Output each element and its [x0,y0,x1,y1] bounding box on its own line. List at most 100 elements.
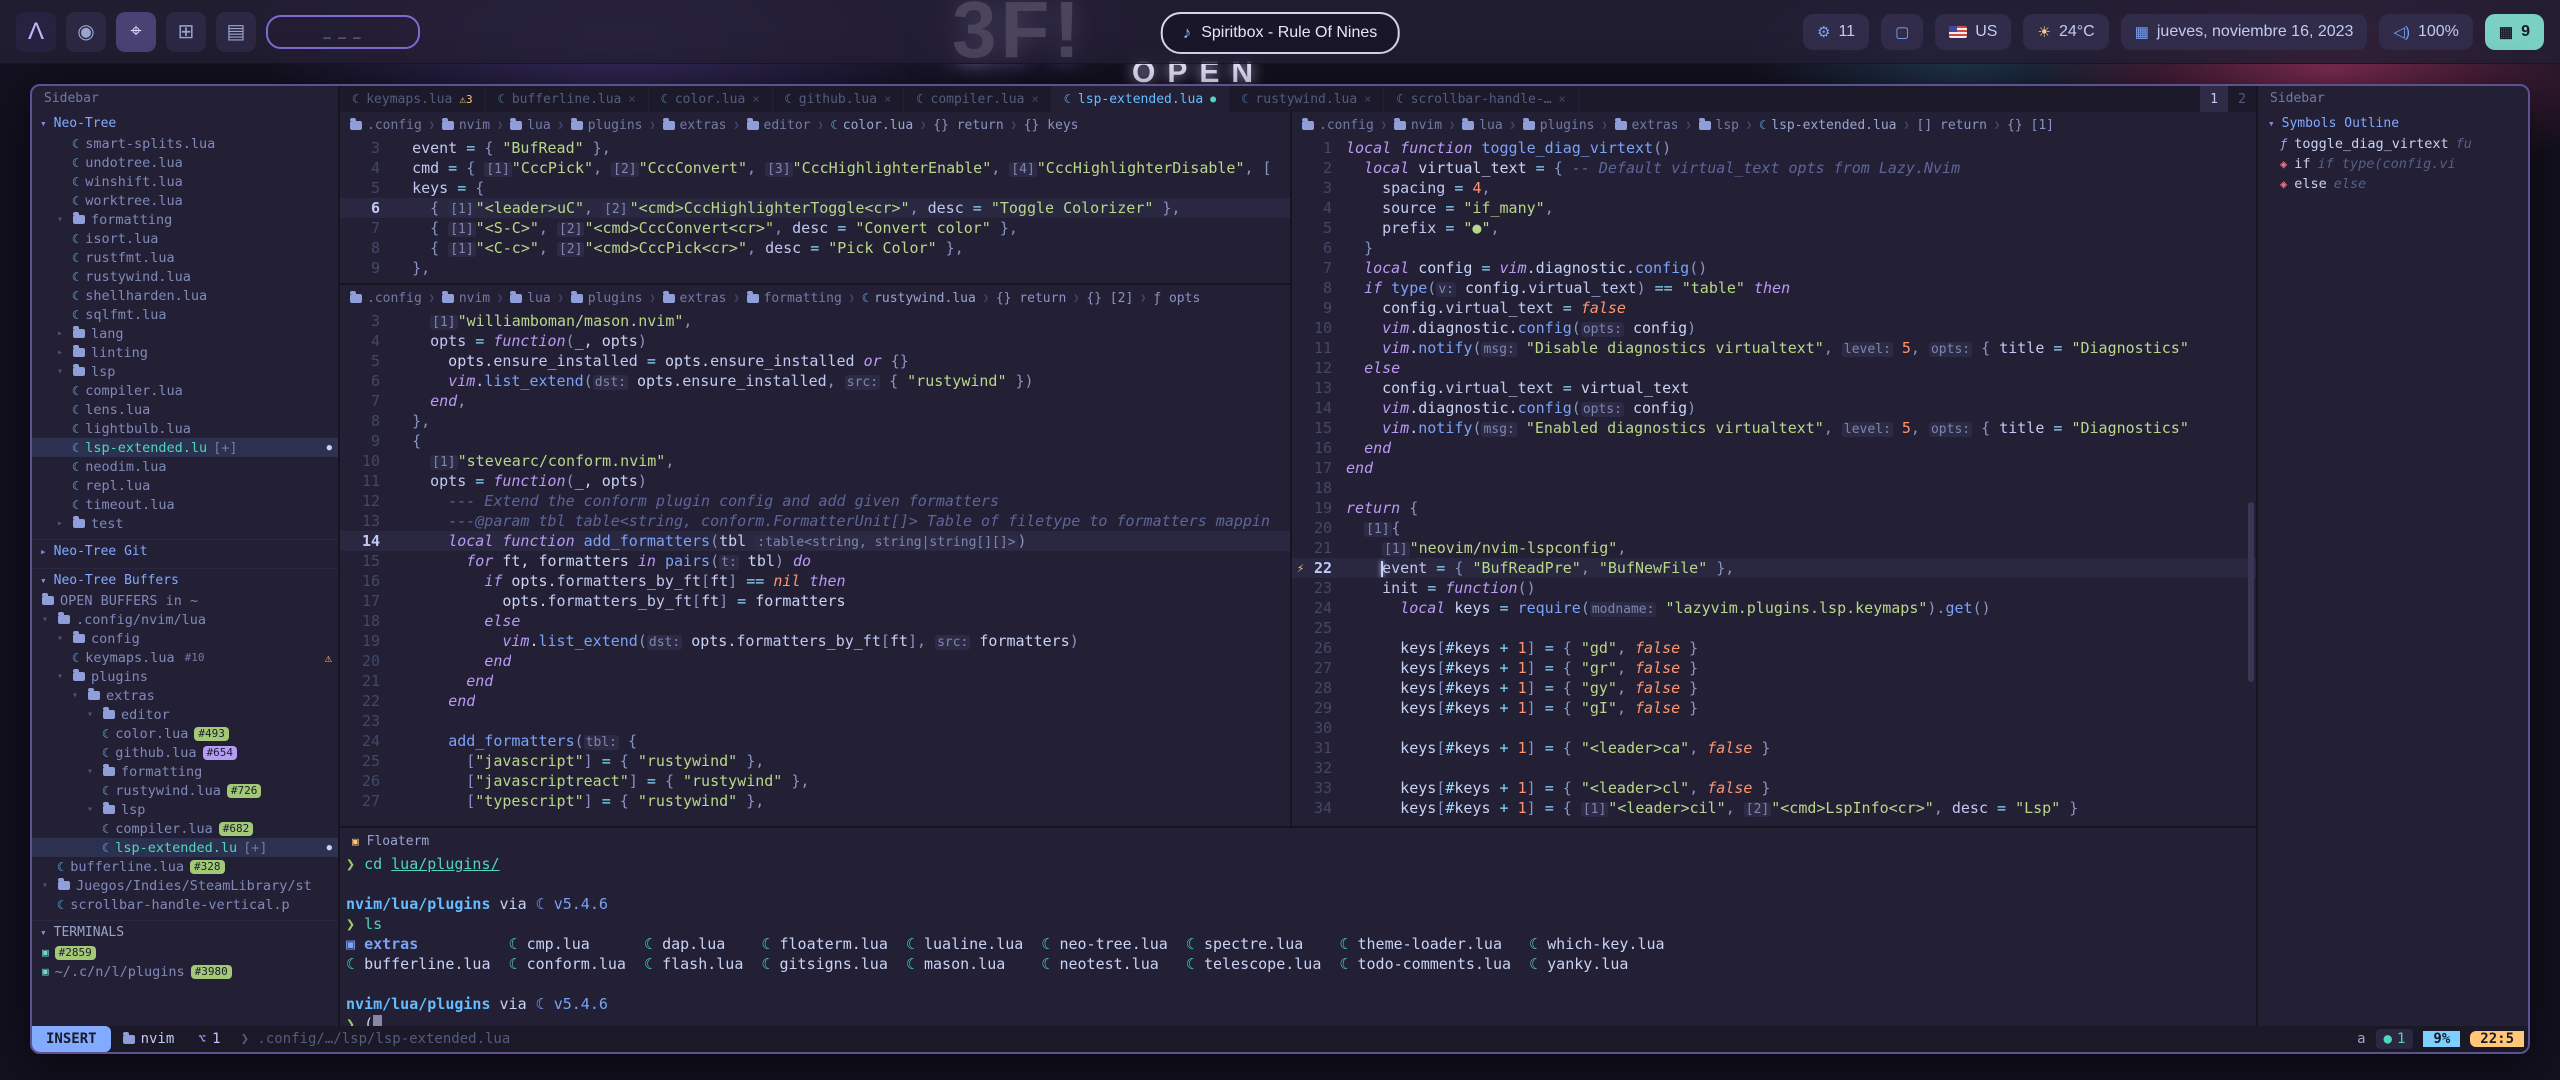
breadcrumb-item-extras[interactable]: extras [663,291,727,306]
code-line[interactable]: 12 --- Extend the conform plugin config … [340,491,1290,511]
code-line[interactable]: 6 } [1292,238,2256,258]
code-line[interactable]: 16 if opts.formatters_by_ft[ft] == nil t… [340,571,1290,591]
tree-item-editor[interactable]: ▾editor [32,705,338,724]
breadcrumb-item-1[interactable]: {} [1] [2007,118,2054,133]
code-line[interactable]: 8 }, [340,411,1290,431]
chevron-down-icon[interactable]: ▾ [87,709,97,720]
tree-item-isort-lua[interactable]: ☾isort.lua [32,229,338,248]
code-line[interactable]: 10 [1]"stevearc/conform.nvim", [340,451,1290,471]
code-line[interactable]: 5 opts.ensure_installed = opts.ensure_in… [340,351,1290,371]
code-line[interactable]: 20 end [340,651,1290,671]
code-line[interactable]: 7 local config = vim.diagnostic.config() [1292,258,2256,278]
tree-item-rustywind-lua[interactable]: ☾rustywind.lua#726 [32,781,338,800]
tree-item-linting[interactable]: ▸linting [32,343,338,362]
chevron-down-icon[interactable]: ▾ [42,880,52,891]
code-line[interactable]: 4 source = "if_many", [1292,198,2256,218]
code-line[interactable]: 30 [1292,718,2256,738]
tab-color-lua[interactable]: ☾color.lua× [649,86,773,112]
breadcrumb-item-lua[interactable]: lua [510,291,550,306]
code-line[interactable]: 31 keys[#keys + 1] = { "<leader>ca", fal… [1292,738,2256,758]
code-line[interactable]: 26 ["javascriptreact"] = { "rustywind" }… [340,771,1290,791]
code-line[interactable]: 15 for ft, formatters in pairs(t: tbl) d… [340,551,1290,571]
code-line[interactable]: 14 vim.diagnostic.config(opts: config) [1292,398,2256,418]
breadcrumb-item-nvim[interactable]: nvim [1394,118,1442,133]
code-line[interactable]: 18 [1292,478,2256,498]
tree-item-lightbulb-lua[interactable]: ☾lightbulb.lua [32,419,338,438]
breadcrumb-item-nvim[interactable]: nvim [442,118,490,133]
code-line[interactable]: 6 { [1]"<leader>uC", [2]"<cmd>CccHighlig… [340,198,1290,218]
breadcrumb-item-formatting[interactable]: formatting [747,291,842,306]
tab-keymaps-lua[interactable]: ☾keymaps.lua⚠3 [340,86,486,112]
code-line[interactable]: 7 { [1]"<S-C>", [2]"<cmd>CccConvert<cr>"… [340,218,1290,238]
close-icon[interactable]: × [628,92,635,106]
breadcrumb-item-rustywind-lua[interactable]: ☾rustywind.lua [862,291,976,306]
close-icon[interactable]: × [1031,92,1038,106]
tree-item-config-nvim-lua[interactable]: ▾.config/nvim/lua [32,610,338,629]
breadcrumb-item-opts[interactable]: ƒ opts [1153,291,1200,306]
code-line[interactable]: 4 cmd = { [1]"CccPick", [2]"CccConvert",… [340,158,1290,178]
code-line[interactable]: 17end [1292,458,2256,478]
chevron-down-icon[interactable]: ▾ [87,766,97,777]
code-line[interactable]: 10 vim.diagnostic.config(opts: config) [1292,318,2256,338]
breadcrumb-item-return[interactable]: {} return [996,291,1066,306]
tree-root[interactable]: OPEN BUFFERS in ~ [32,591,338,610]
tabpage-1[interactable]: 1 [2200,86,2228,112]
code-line[interactable]: 33 keys[#keys + 1] = { "<leader>cl", fal… [1292,778,2256,798]
tree-item-rustywind-lua[interactable]: ☾rustywind.lua [32,267,338,286]
section-header-neo-tree-git[interactable]: ▸Neo-Tree Git [32,539,338,562]
tree-item-lsp-extended-lu[interactable]: ☾lsp-extended.lu[+]● [32,838,338,857]
tree-item-lsp-extended-lu[interactable]: ☾lsp-extended.lu[+]● [32,438,338,457]
code-line[interactable]: 13 ---@param tbl table<string, conform.F… [340,511,1290,531]
tab-github-lua[interactable]: ☾github.lua× [773,86,905,112]
breadcrumb-item-extras[interactable]: extras [663,118,727,133]
code-line[interactable]: 11 opts = function(_, opts) [340,471,1290,491]
code-line[interactable]: 16 end [1292,438,2256,458]
tab-lsp-extended-lua[interactable]: ☾lsp-extended.lua● [1052,86,1230,112]
tree-item-lsp[interactable]: ▾lsp [32,362,338,381]
tab-rustywind-lua[interactable]: ☾rustywind.lua× [1229,86,1384,112]
code-line[interactable]: 29 keys[#keys + 1] = { "gI", false } [1292,698,2256,718]
tree-item-extras[interactable]: ▾extras [32,686,338,705]
music-player-widget[interactable]: ♪ Spiritbox - Rule Of Nines [1161,12,1400,54]
launcher-icon[interactable]: Λ [16,12,56,52]
editor-pane-color[interactable]: .config❯nvim❯lua❯plugins❯extras❯editor❯☾… [340,112,1290,285]
window-count-pill[interactable]: ⚙11 [1803,14,1869,50]
tree-item-worktree-lua[interactable]: ☾worktree.lua [32,191,338,210]
code-line[interactable]: 3 spacing = 4, [1292,178,2256,198]
code-line[interactable]: 17 opts.formatters_by_ft[ft] = formatter… [340,591,1290,611]
breadcrumb-item-lua[interactable]: lua [1462,118,1502,133]
tree-item-compiler-lua[interactable]: ☾compiler.lua#682 [32,819,338,838]
tree-item-2859[interactable]: ▣#2859 [32,943,338,962]
tree-item-c-n-l-plugins[interactable]: ▣~/.c/n/l/plugins#3980 [32,962,338,981]
volume-pill[interactable]: ◁)100% [2379,14,2472,50]
code-line[interactable]: 23 [340,711,1290,731]
layout-pill[interactable]: _ _ _ [266,15,420,49]
code-line[interactable]: 24 add_formatters(tbl: { [340,731,1290,751]
tree-item-winshift-lua[interactable]: ☾winshift.lua [32,172,338,191]
battery-pill[interactable]: ▦9 [2485,14,2544,50]
breadcrumb-item-extras[interactable]: extras [1615,118,1679,133]
breadcrumb-item-plugins[interactable]: plugins [1523,118,1595,133]
editor-pane-rustywind[interactable]: .config❯nvim❯lua❯plugins❯extras❯formatti… [340,285,1290,826]
chevron-right-icon[interactable]: ▸ [57,328,67,339]
section-header-neo-tree[interactable]: ▾Neo-Tree [32,112,338,134]
chevron-down-icon[interactable]: ▾ [87,804,97,815]
section-header-neo-tree-buffers[interactable]: ▾Neo-Tree Buffers [32,568,338,591]
code-line[interactable]: 27 ["typescript"] = { "rustywind" }, [340,791,1290,811]
code-line[interactable]: 7 end, [340,391,1290,411]
code-line[interactable]: 22 end [340,691,1290,711]
display-pill[interactable]: ▢ [1881,14,1923,50]
breadcrumb-item-plugins[interactable]: plugins [571,291,643,306]
scrollbar-handle[interactable] [2248,502,2254,682]
code-line[interactable]: 12 else [1292,358,2256,378]
code-line[interactable]: 23 init = function() [1292,578,2256,598]
tab-bufferline-lua[interactable]: ☾bufferline.lua× [486,86,649,112]
breadcrumb-item-editor[interactable]: editor [747,118,811,133]
tab-compiler-lua[interactable]: ☾compiler.lua× [904,86,1051,112]
code-line[interactable]: 5 prefix = "●", [1292,218,2256,238]
tree-item-github-lua[interactable]: ☾github.lua#654 [32,743,338,762]
tree-item-lsp[interactable]: ▾lsp [32,800,338,819]
chevron-right-icon[interactable]: ▸ [57,347,67,358]
breadcrumb-item-lua[interactable]: lua [510,118,550,133]
section-header-terminals[interactable]: ▾TERMINALS [32,920,338,943]
